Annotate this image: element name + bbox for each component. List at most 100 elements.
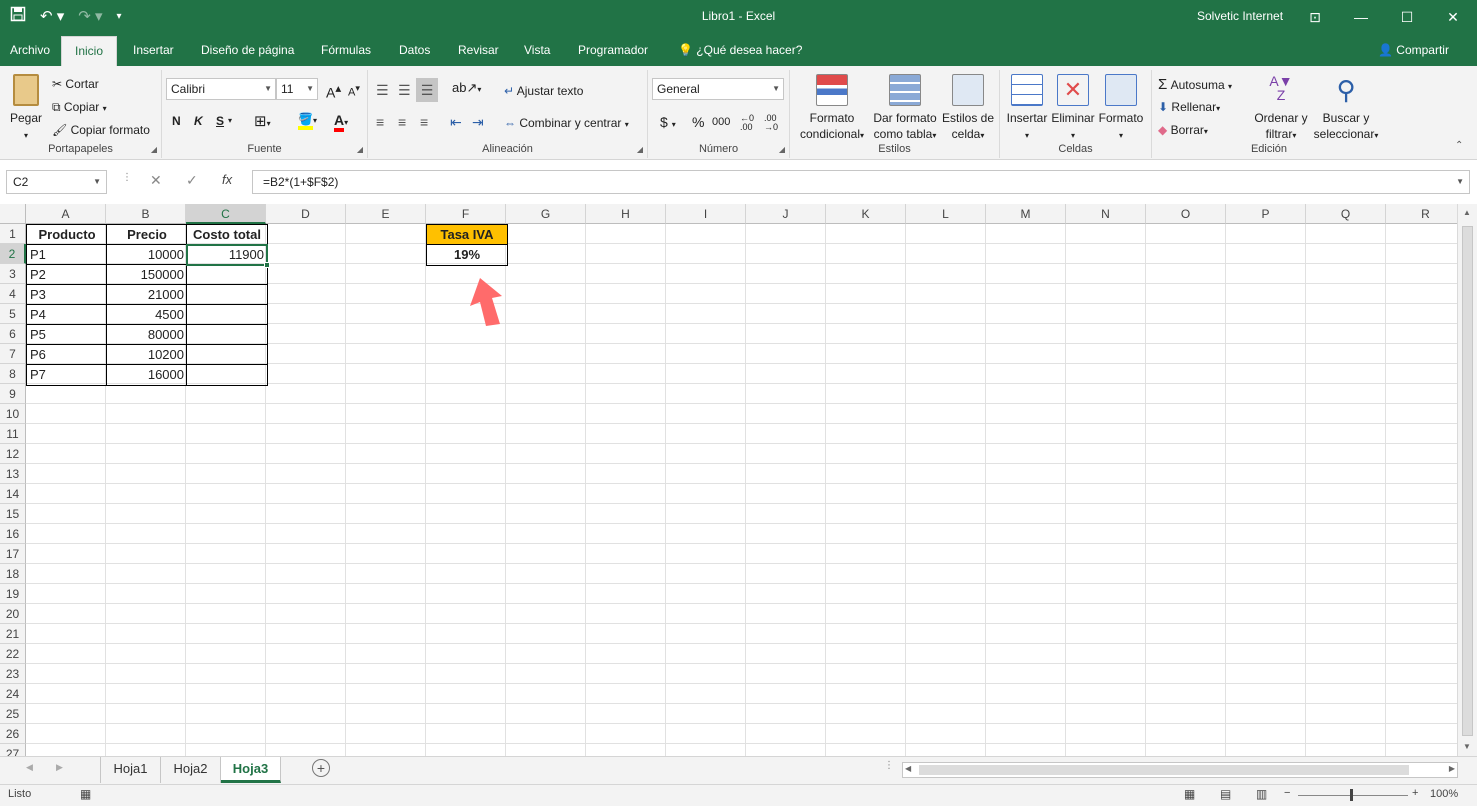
dialog-launcher-icon[interactable]: ◢ xyxy=(151,145,157,154)
align-left-icon[interactable]: ≡ xyxy=(376,114,384,130)
tab-vista[interactable]: Vista xyxy=(524,34,550,66)
add-sheet-icon[interactable]: + xyxy=(312,759,330,777)
number-format-select[interactable]: General ▼ xyxy=(652,78,784,100)
row-header-3[interactable]: 3 xyxy=(0,264,26,284)
increase-indent-icon[interactable]: ⇥ xyxy=(472,114,484,131)
orientation-icon[interactable]: ab↗▾ xyxy=(452,80,481,96)
thousands-button[interactable]: 000 xyxy=(712,116,730,128)
row-header-17[interactable]: 17 xyxy=(0,544,26,564)
row-header-9[interactable]: 9 xyxy=(0,384,26,404)
sheet-tab-hoja3[interactable]: Hoja3 xyxy=(221,757,281,783)
zoom-level[interactable]: 100% xyxy=(1430,788,1458,800)
row-header-13[interactable]: 13 xyxy=(0,464,26,484)
tab-datos[interactable]: Datos xyxy=(399,34,430,66)
column-header-p[interactable]: P xyxy=(1226,204,1306,224)
decrease-indent-icon[interactable]: ⇤ xyxy=(450,114,462,131)
column-header-n[interactable]: N xyxy=(1066,204,1146,224)
column-header-d[interactable]: D xyxy=(266,204,346,224)
close-button[interactable]: ✕ xyxy=(1430,0,1476,34)
clear-button[interactable]: ◆ Borrar▾ xyxy=(1158,123,1208,137)
zoom-out-icon[interactable]: − xyxy=(1284,787,1290,799)
zoom-slider[interactable] xyxy=(1298,795,1408,796)
column-header-b[interactable]: B xyxy=(106,204,186,224)
maximize-button[interactable]: ☐ xyxy=(1384,0,1430,34)
cancel-icon[interactable]: ✕ xyxy=(150,172,162,189)
user-name[interactable]: Solvetic Internet xyxy=(1197,9,1283,23)
fill-handle[interactable] xyxy=(264,262,270,268)
column-header-o[interactable]: O xyxy=(1146,204,1226,224)
formula-input[interactable]: =B2*(1+$F$2) ▼ xyxy=(252,170,1470,194)
find-select-button[interactable]: ⚲ Buscar y seleccionar▾ xyxy=(1310,74,1382,144)
next-sheet-icon[interactable]: ▶ xyxy=(56,762,63,773)
cut-button[interactable]: ✂ Cortar xyxy=(52,77,99,91)
tab-archivo[interactable]: Archivo xyxy=(10,34,50,66)
row-header-5[interactable]: 5 xyxy=(0,304,26,324)
prev-sheet-icon[interactable]: ◀ xyxy=(26,762,33,773)
macro-record-icon[interactable]: ▦ xyxy=(80,787,91,801)
share-button[interactable]: 👤 Compartir xyxy=(1378,34,1449,66)
scroll-thumb[interactable] xyxy=(1462,226,1473,736)
name-box[interactable]: C2 ▼ xyxy=(6,170,107,194)
row-header-6[interactable]: 6 xyxy=(0,324,26,344)
column-header-q[interactable]: Q xyxy=(1306,204,1386,224)
column-header-e[interactable]: E xyxy=(346,204,426,224)
shrink-font-button[interactable]: A▾ xyxy=(348,83,360,99)
increase-decimal-icon[interactable]: ←0.00 xyxy=(740,114,754,132)
paste-button[interactable]: Pegar ▾ xyxy=(8,74,44,144)
row-header-8[interactable]: 8 xyxy=(0,364,26,384)
tab-insertar[interactable]: Insertar xyxy=(133,34,174,66)
sheet-tab-hoja2[interactable]: Hoja2 xyxy=(161,757,221,783)
dialog-launcher-icon[interactable]: ◢ xyxy=(779,145,785,154)
row-header-20[interactable]: 20 xyxy=(0,604,26,624)
dialog-launcher-icon[interactable]: ◢ xyxy=(637,145,643,154)
vertical-scrollbar[interactable]: ▲ ▼ xyxy=(1457,204,1477,756)
column-header-c[interactable]: C xyxy=(186,204,266,224)
column-header-f[interactable]: F xyxy=(426,204,506,224)
column-header-r[interactable]: R xyxy=(1386,204,1457,224)
align-center-icon[interactable]: ≡ xyxy=(398,114,406,130)
copy-button[interactable]: ⧉ Copiar ▾ xyxy=(52,100,107,115)
sort-filter-button[interactable]: A▼ Z Ordenar y filtrar▾ xyxy=(1250,74,1312,144)
cell-styles-button[interactable]: Estilos de celda▾ xyxy=(940,74,996,144)
borders-icon[interactable]: ⊞▾ xyxy=(254,112,271,130)
undo-icon[interactable]: ↶ ▾ xyxy=(40,6,64,28)
decrease-decimal-icon[interactable]: .00 →0 xyxy=(764,114,778,132)
normal-view-icon[interactable]: ▦ xyxy=(1184,787,1195,801)
fill-button[interactable]: ⬇ Rellenar▾ xyxy=(1158,100,1220,114)
align-middle-icon[interactable]: ☰ xyxy=(398,82,411,99)
column-header-j[interactable]: J xyxy=(746,204,826,224)
row-header-7[interactable]: 7 xyxy=(0,344,26,364)
column-header-k[interactable]: K xyxy=(826,204,906,224)
ribbon-display-icon[interactable]: ⊡ xyxy=(1292,0,1338,34)
column-header-h[interactable]: H xyxy=(586,204,666,224)
bold-button[interactable]: N xyxy=(172,114,181,128)
page-layout-icon[interactable]: ▤ xyxy=(1220,787,1231,801)
format-as-table-button[interactable]: Dar formato como tabla▾ xyxy=(870,74,940,144)
align-bottom-icon[interactable]: ☰ xyxy=(416,78,438,102)
hscroll-thumb[interactable] xyxy=(919,765,1409,775)
fill-color-icon[interactable]: 🪣▾ xyxy=(298,112,317,130)
underline-dropdown-icon[interactable]: ▾ xyxy=(228,116,232,125)
row-header-2[interactable]: 2 xyxy=(0,244,26,264)
page-break-icon[interactable]: ▥ xyxy=(1256,787,1267,801)
tab-diseno-pagina[interactable]: Diseño de página xyxy=(201,34,294,66)
column-header-g[interactable]: G xyxy=(506,204,586,224)
row-header-27[interactable]: 27 xyxy=(0,744,26,756)
row-header-18[interactable]: 18 xyxy=(0,564,26,584)
grow-font-button[interactable]: A▴ xyxy=(326,81,341,101)
row-header-15[interactable]: 15 xyxy=(0,504,26,524)
row-header-10[interactable]: 10 xyxy=(0,404,26,424)
tab-formulas[interactable]: Fórmulas xyxy=(321,34,371,66)
conditional-format-button[interactable]: Formato condicional▾ xyxy=(794,74,870,144)
scroll-up-icon[interactable]: ▲ xyxy=(1463,208,1471,217)
format-painter-button[interactable]: 🖌 Copiar formato xyxy=(52,123,150,137)
save-icon[interactable] xyxy=(10,6,26,28)
row-header-16[interactable]: 16 xyxy=(0,524,26,544)
column-header-m[interactable]: M xyxy=(986,204,1066,224)
row-header-12[interactable]: 12 xyxy=(0,444,26,464)
merge-center-button[interactable]: ⇔ Combinar y centrar ▾ xyxy=(504,116,629,130)
align-top-icon[interactable]: ☰ xyxy=(376,82,389,99)
font-name-select[interactable]: Calibri ▼ xyxy=(166,78,276,100)
column-header-i[interactable]: I xyxy=(666,204,746,224)
currency-button[interactable]: $ ▾ xyxy=(660,114,676,130)
